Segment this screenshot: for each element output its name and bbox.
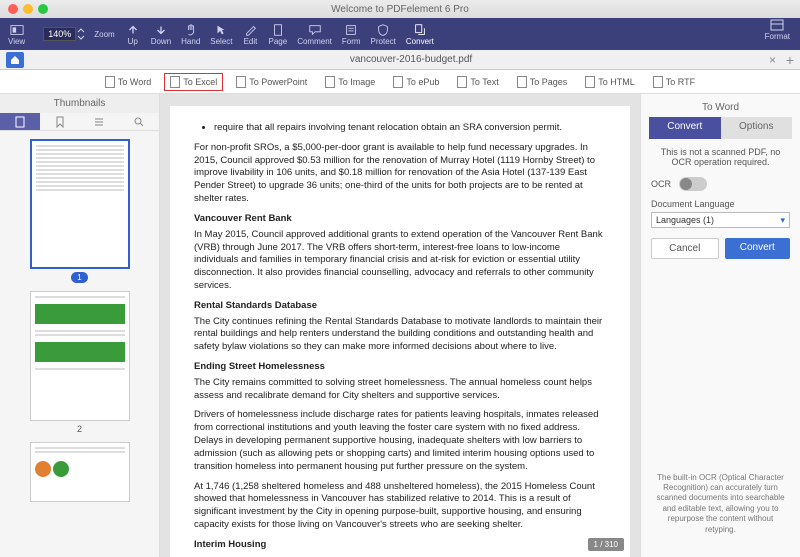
window-title: Welcome to PDFelement 6 Pro	[0, 4, 800, 15]
home-tab-button[interactable]	[6, 52, 24, 68]
form-button[interactable]: Form	[342, 23, 361, 46]
tab-convert[interactable]: Convert	[649, 117, 721, 139]
image-icon	[325, 76, 335, 88]
new-tab-button[interactable]: +	[786, 52, 794, 68]
to-word-button[interactable]: To Word	[100, 74, 156, 90]
outline-tab[interactable]	[80, 113, 120, 130]
view-button[interactable]: View	[8, 23, 25, 46]
up-button[interactable]: Up	[125, 23, 141, 46]
thumbnails-sidebar: Thumbnails 1 2	[0, 94, 160, 557]
convert-format-bar: To Word To Excel To PowerPoint To Image …	[0, 70, 800, 94]
panel-header: To Word	[649, 98, 792, 117]
bullet-item: require that all repairs involving tenan…	[214, 122, 606, 135]
comment-button[interactable]: Comment	[297, 23, 332, 46]
scan-note: This is not a scanned PDF, no OCR operat…	[651, 147, 790, 167]
page-icon	[14, 116, 26, 128]
cancel-button[interactable]: Cancel	[651, 238, 719, 259]
ocr-label: OCR	[651, 179, 671, 189]
body-text: The City continues refining the Rental S…	[194, 316, 606, 354]
heading: Vancouver Rent Bank	[194, 213, 606, 226]
search-tab[interactable]	[119, 113, 159, 130]
thumbnail-page-1[interactable]: 1	[30, 139, 130, 283]
thumbnail-page-3[interactable]	[30, 442, 130, 502]
bookmarks-tab[interactable]	[40, 113, 80, 130]
to-text-button[interactable]: To Text	[452, 74, 503, 90]
zoom-stepper-icon[interactable]	[76, 27, 86, 41]
document-tab-bar: vancouver-2016-budget.pdf × +	[0, 50, 800, 70]
to-image-button[interactable]: To Image	[320, 74, 380, 90]
document-tab[interactable]: vancouver-2016-budget.pdf	[28, 54, 794, 65]
html-icon	[585, 76, 595, 88]
heading: Ending Street Homelessness	[194, 361, 606, 374]
heading: Interim Housing	[194, 539, 606, 552]
page-label: 1	[71, 272, 87, 283]
body-text: The City remains committed to solving st…	[194, 377, 606, 403]
thumbnails-list[interactable]: 1 2	[0, 131, 159, 557]
bookmark-icon	[54, 116, 66, 128]
body-text: Drivers of homelessness include discharg…	[194, 409, 606, 473]
page-indicator[interactable]: 1 / 310	[588, 538, 624, 551]
body-text: At 1,746 (1,258 sheltered homeless and 4…	[194, 481, 606, 532]
to-pages-button[interactable]: To Pages	[512, 74, 573, 90]
protect-button[interactable]: Protect	[371, 23, 396, 46]
pages-icon	[517, 76, 527, 88]
rtf-icon	[653, 76, 663, 88]
heading: Rental Standards Database	[194, 300, 606, 313]
search-icon	[133, 116, 145, 128]
down-button[interactable]: Down	[151, 23, 171, 46]
body-text: For non-profit SROs, a $5,000-per-door g…	[194, 142, 606, 206]
excel-icon	[170, 76, 180, 88]
convert-button[interactable]: Convert	[406, 23, 434, 46]
language-label: Document Language	[651, 199, 790, 209]
main-toolbar: View 140% Zoom Up Down Hand Select Edit …	[0, 18, 800, 50]
text-icon	[457, 76, 467, 88]
tab-options[interactable]: Options	[721, 117, 793, 139]
hand-button[interactable]: Hand	[181, 23, 200, 46]
page-label: 2	[30, 424, 130, 434]
zoom-control[interactable]: 140%	[43, 27, 86, 41]
format-button[interactable]: Format	[765, 18, 790, 41]
edit-button[interactable]: Edit	[243, 23, 259, 46]
thumbnails-tab[interactable]	[0, 113, 40, 130]
to-rtf-button[interactable]: To RTF	[648, 74, 700, 90]
to-html-button[interactable]: To HTML	[580, 74, 640, 90]
page-button[interactable]: Page	[269, 23, 288, 46]
convert-panel: To Word Convert Options This is not a sc…	[640, 94, 800, 557]
zoom-label: Zoom	[94, 30, 114, 39]
window-titlebar: Welcome to PDFelement 6 Pro	[0, 0, 800, 18]
sidebar-title: Thumbnails	[0, 94, 159, 113]
sidebar-tabs	[0, 113, 159, 131]
to-epub-button[interactable]: To ePub	[388, 74, 444, 90]
convert-action-button[interactable]: Convert	[725, 238, 791, 259]
thumbnail-page-2[interactable]: 2	[30, 291, 130, 434]
document-viewport[interactable]: require that all repairs involving tenan…	[160, 94, 640, 557]
to-powerpoint-button[interactable]: To PowerPoint	[231, 74, 312, 90]
page-content: require that all repairs involving tenan…	[170, 106, 630, 557]
close-tab-button[interactable]: ×	[769, 53, 776, 67]
list-icon	[93, 116, 105, 128]
ocr-footer-note: The built-in OCR (Optical Character Reco…	[651, 467, 790, 545]
epub-icon	[393, 76, 403, 88]
language-select[interactable]: Languages (1)	[651, 212, 790, 228]
panel-tabs: Convert Options	[649, 117, 792, 139]
zoom-value[interactable]: 140%	[43, 27, 76, 41]
ocr-toggle[interactable]	[679, 177, 707, 191]
to-excel-button[interactable]: To Excel	[164, 73, 223, 91]
select-button[interactable]: Select	[210, 23, 232, 46]
body-text: In May 2015, Council approved additional…	[194, 229, 606, 293]
word-icon	[105, 76, 115, 88]
ppt-icon	[236, 76, 246, 88]
